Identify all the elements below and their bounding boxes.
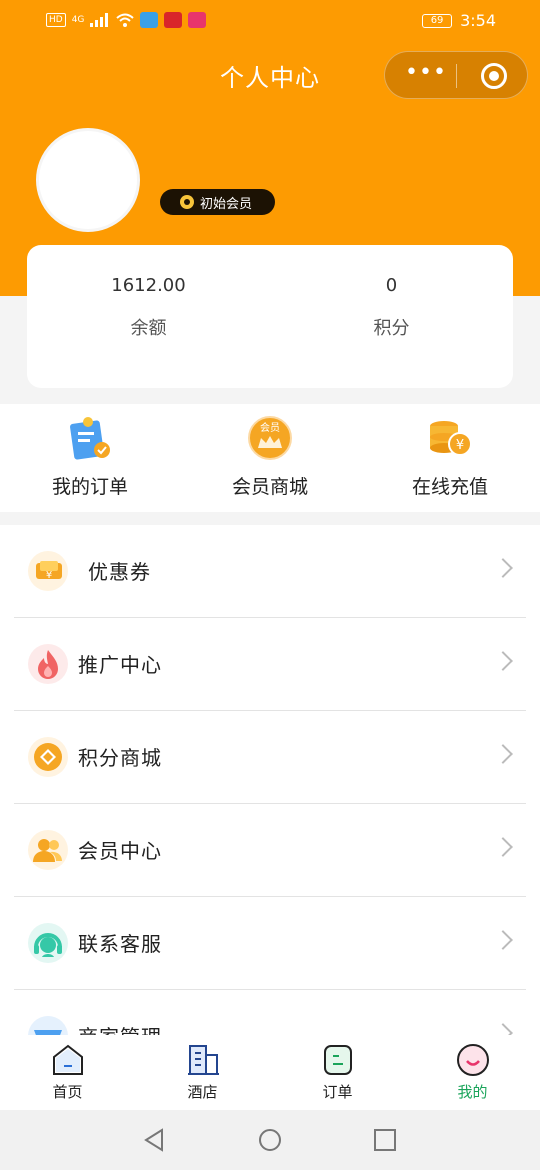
home-nav-icon[interactable] [258,1128,282,1152]
my-orders-label: 我的订单 [51,476,128,498]
miniprogram-capsule: ••• [384,51,528,99]
battery-icon: 69 [422,13,453,28]
news-app-icon [164,12,183,28]
recharge-icon: ¥ [426,414,474,462]
battery-level: 69 [430,14,444,26]
mine-icon [456,1043,490,1077]
tab-home-label: 首页 [52,1083,83,1101]
member-level-label: 初始会员 [200,196,253,212]
status-bar: HD 4G 69 3:54 [0,0,540,44]
tab-hotel-label: 酒店 [187,1083,218,1101]
menu-item-promotion[interactable]: 推广中心 [14,618,526,711]
network-indicator: 4G [71,15,85,25]
svg-text:¥: ¥ [46,570,52,581]
back-icon[interactable] [142,1128,166,1152]
chevron-right-icon [493,558,513,578]
member-mall-icon-text: 会员 [260,421,280,434]
tab-bar: 首页 酒店 订单 我的 [0,1035,540,1110]
points-stat[interactable]: 0 积分 [270,275,513,340]
wifi-icon [116,13,135,27]
menu-list: ¥ 优惠券 推广中心 积分商城 会员中心 联系客服 商家管理 [0,525,540,1035]
recents-icon[interactable] [373,1128,397,1152]
hotel-icon [186,1043,220,1077]
recharge-label: 在线充值 [411,476,488,498]
chevron-right-icon [493,651,513,671]
home-icon [51,1043,85,1077]
menu-item-store[interactable]: 商家管理 [14,990,526,1035]
medal-icon [180,195,194,209]
points-mall-icon [28,737,68,777]
recharge-icon-text: ¥ [456,438,464,453]
clock: 3:54 [460,11,496,30]
menu-item-points-mall[interactable]: 积分商城 [14,711,526,804]
promotion-label: 推广中心 [78,653,162,677]
points-mall-label: 积分商城 [78,746,162,770]
capsule-divider [456,64,457,88]
flame-icon [28,644,68,684]
store-label: 商家管理 [78,1021,162,1035]
points-label: 积分 [373,318,410,339]
chevron-right-icon [493,930,513,950]
order-icon [66,414,114,462]
close-target-icon[interactable] [481,63,507,89]
tab-hotel[interactable]: 酒店 [135,1043,270,1102]
signal-icon [90,13,109,27]
members-label: 会员中心 [78,839,162,863]
recharge-button[interactable]: ¥ 在线充值 [360,414,540,499]
member-mall-button[interactable]: 会员 会员商城 [180,414,360,499]
menu-item-coupon[interactable]: ¥ 优惠券 [14,525,526,618]
orders-tab-icon [321,1043,355,1077]
balance-stat[interactable]: 1612.00 余额 [27,275,270,340]
avatar[interactable] [36,128,140,232]
system-navigation-bar [0,1110,540,1170]
points-value: 0 [385,275,398,296]
menu-item-support[interactable]: 联系客服 [14,897,526,990]
more-icon[interactable]: ••• [405,62,446,90]
quick-actions: 我的订单 会员 会员商城 ¥ 在线充值 [0,404,540,512]
member-mall-label: 会员商城 [231,476,308,498]
my-orders-button[interactable]: 我的订单 [0,414,180,499]
support-label: 联系客服 [78,932,162,956]
store-icon [28,1016,68,1035]
balance-value: 1612.00 [111,275,186,296]
chevron-right-icon [493,837,513,857]
video-app-icon [188,12,207,28]
tab-mine[interactable]: 我的 [405,1043,540,1102]
hd-indicator: HD [46,13,66,27]
members-icon [28,830,68,870]
coupon-label: 优惠券 [88,560,151,584]
balance-label: 余额 [130,318,167,339]
member-mall-icon: 会员 [246,414,294,462]
coupon-icon: ¥ [28,551,68,591]
account-stats-card: 1612.00 余额 0 积分 [27,245,513,388]
tab-orders-label: 订单 [322,1083,353,1101]
tab-mine-label: 我的 [457,1083,488,1101]
tab-home[interactable]: 首页 [0,1043,135,1102]
app-notification-icon [140,12,159,28]
member-badge: 初始会员 [160,189,275,215]
support-icon [28,923,68,963]
tab-orders[interactable]: 订单 [270,1043,405,1102]
chevron-right-icon [493,744,513,764]
chevron-right-icon [493,1023,513,1035]
menu-item-members[interactable]: 会员中心 [14,804,526,897]
